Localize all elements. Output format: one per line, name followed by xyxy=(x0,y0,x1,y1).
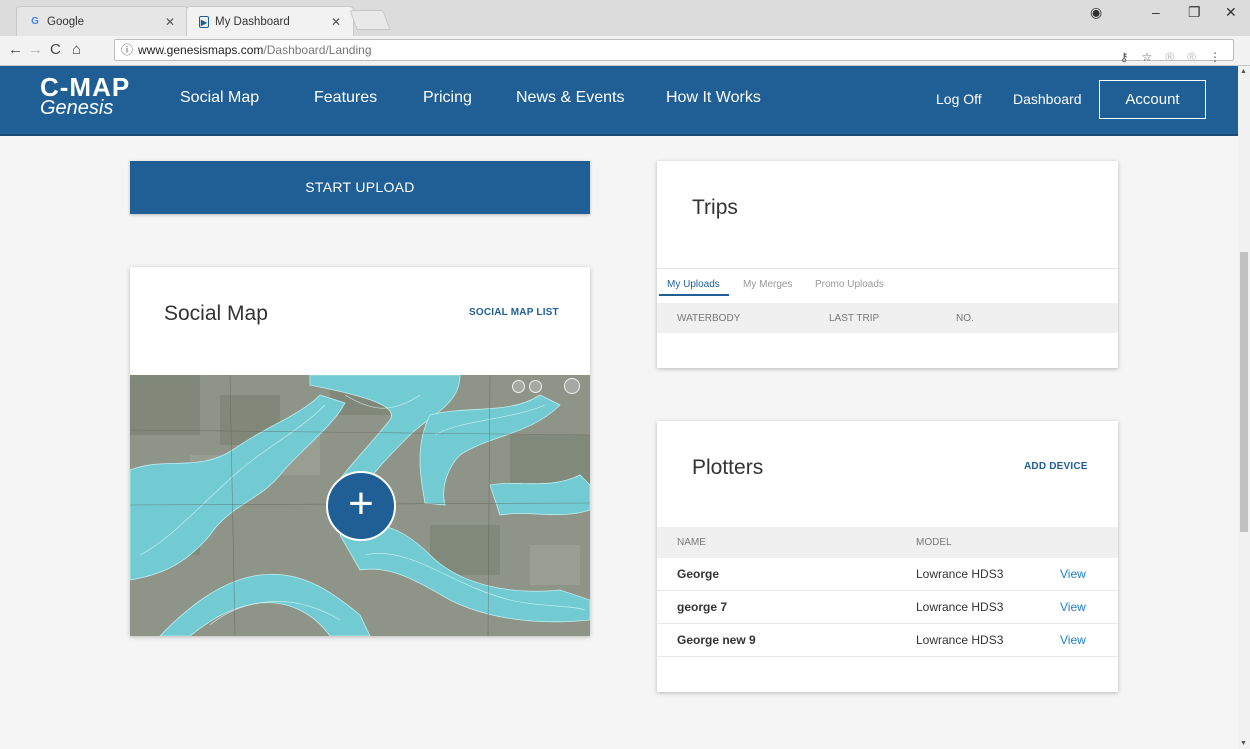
tab-promo-uploads[interactable]: Promo Uploads xyxy=(815,279,884,290)
nav-pricing[interactable]: Pricing xyxy=(423,89,472,107)
view-link[interactable]: View xyxy=(1060,633,1086,647)
nav-how-it-works[interactable]: How It Works xyxy=(666,89,761,107)
key-icon[interactable]: ⚷ xyxy=(1120,47,1129,67)
tab-my-merges[interactable]: My Merges xyxy=(743,279,792,290)
plotter-model: Lowrance HDS3 xyxy=(916,567,1004,581)
scroll-up-icon[interactable]: ▲ xyxy=(1240,68,1247,75)
extension-icon[interactable]: ® xyxy=(1187,47,1196,67)
start-upload-button[interactable]: START UPLOAD xyxy=(130,161,590,214)
profile-icon[interactable]: ◉ xyxy=(1090,4,1102,21)
column-header[interactable]: NO. xyxy=(956,313,974,324)
trips-card: Trips My Uploads My Merges Promo Uploads… xyxy=(657,161,1118,368)
reload-icon[interactable]: C xyxy=(50,41,61,58)
plotters-card: Plotters ADD DEVICE NAME MODEL George Lo… xyxy=(657,421,1118,692)
compass-icon[interactable] xyxy=(564,378,580,394)
tab-title: Google xyxy=(47,15,85,28)
social-map-card: Social Map SOCIAL MAP LIST + xyxy=(130,267,590,636)
add-map-button[interactable]: + xyxy=(326,471,396,541)
nav-social-map[interactable]: Social Map xyxy=(180,89,259,107)
add-device-link[interactable]: ADD DEVICE xyxy=(1024,461,1088,472)
plotters-table-header: NAME MODEL xyxy=(657,527,1118,558)
scrollbar-thumb[interactable] xyxy=(1240,252,1248,532)
social-map-list-link[interactable]: SOCIAL MAP LIST xyxy=(469,307,559,318)
column-header[interactable]: LAST TRIP xyxy=(829,313,879,324)
table-row: george 7 Lowrance HDS3 View xyxy=(657,591,1118,624)
scroll-down-icon[interactable]: ▼ xyxy=(1240,740,1247,747)
plus-icon: + xyxy=(348,479,374,528)
restore-icon[interactable]: ❐ xyxy=(1188,4,1201,21)
plotter-name: george 7 xyxy=(677,600,728,614)
plotters-title: Plotters xyxy=(692,456,764,479)
browser-tab-bar: G Google ✕ ▶ My Dashboard ✕ ◉ – ❐ ✕ xyxy=(0,0,1250,36)
cmap-genesis-logo[interactable]: C-MAP Genesis xyxy=(40,74,130,118)
social-map-preview[interactable]: + xyxy=(130,375,590,636)
table-row: George Lowrance HDS3 View xyxy=(657,558,1118,591)
dashboard-icon: ▶ xyxy=(199,15,209,28)
url-path: /Dashboard/Landing xyxy=(263,43,372,57)
site-header: C-MAP Genesis Social Map Features Pricin… xyxy=(0,66,1238,136)
minimize-icon[interactable]: – xyxy=(1152,4,1160,20)
view-link[interactable]: View xyxy=(1060,600,1086,614)
menu-icon[interactable]: ⋮ xyxy=(1209,47,1221,67)
tab-title: My Dashboard xyxy=(215,15,290,28)
url-input[interactable]: ⓘ www.genesismaps.com/Dashboard/Landing ⚷… xyxy=(114,39,1234,64)
map-control-icon[interactable] xyxy=(529,380,542,393)
plotter-model: Lowrance HDS3 xyxy=(916,633,1004,647)
map-control-icon[interactable] xyxy=(512,380,525,393)
column-header[interactable]: WATERBODY xyxy=(677,313,740,324)
new-tab-button[interactable] xyxy=(349,10,391,30)
tab-my-uploads[interactable]: My Uploads xyxy=(667,279,720,290)
star-icon[interactable]: ☆ xyxy=(1142,47,1153,67)
url-host: www.genesismaps.com xyxy=(138,43,264,57)
trips-title: Trips xyxy=(692,196,738,219)
view-link[interactable]: View xyxy=(1060,567,1086,581)
close-window-icon[interactable]: ✕ xyxy=(1225,4,1237,21)
address-bar-row: ← → C ⌂ ⓘ www.genesismaps.com/Dashboard/L… xyxy=(0,36,1250,66)
social-map-title: Social Map xyxy=(164,302,268,325)
column-header[interactable]: NAME xyxy=(677,537,706,548)
nav-news-events[interactable]: News & Events xyxy=(516,89,624,107)
home-icon[interactable]: ⌂ xyxy=(72,41,81,58)
close-icon[interactable]: ✕ xyxy=(331,15,341,29)
table-row: George new 9 Lowrance HDS3 View xyxy=(657,624,1118,657)
column-header[interactable]: MODEL xyxy=(916,537,952,548)
page-scrollbar[interactable]: ▲ ▼ xyxy=(1238,66,1250,749)
google-icon: G xyxy=(31,15,39,27)
account-button[interactable]: Account xyxy=(1099,80,1206,119)
close-icon[interactable]: ✕ xyxy=(165,15,175,29)
plotter-name: George xyxy=(677,567,720,581)
log-off-link[interactable]: Log Off xyxy=(936,91,982,107)
browser-tab-dashboard[interactable]: ▶ My Dashboard ✕ xyxy=(186,6,354,36)
plotter-name: George new 9 xyxy=(677,633,756,647)
dashboard-link[interactable]: Dashboard xyxy=(1013,91,1082,107)
forward-icon[interactable]: → xyxy=(28,41,43,58)
back-icon[interactable]: ← xyxy=(8,41,23,58)
plotter-model: Lowrance HDS3 xyxy=(916,600,1004,614)
extension-icon[interactable]: ® xyxy=(1165,47,1174,67)
trips-tabs: My Uploads My Merges Promo Uploads xyxy=(657,268,1118,296)
trips-table-header: WATERBODY LAST TRIP NO. xyxy=(657,303,1118,333)
browser-tab-google[interactable]: G Google ✕ xyxy=(16,6,188,36)
nav-features[interactable]: Features xyxy=(314,89,377,107)
active-tab-indicator xyxy=(659,294,729,296)
info-icon[interactable]: ⓘ xyxy=(121,43,133,57)
